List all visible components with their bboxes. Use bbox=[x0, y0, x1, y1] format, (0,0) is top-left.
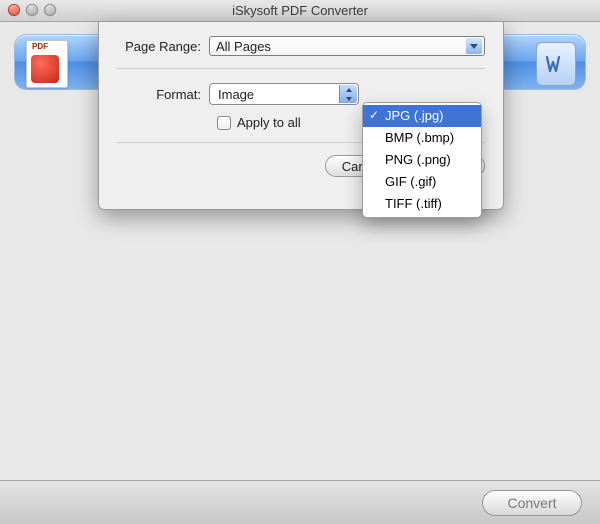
menu-item-bmp[interactable]: BMP (.bmp) bbox=[363, 127, 481, 149]
output-format-icon bbox=[536, 42, 576, 86]
divider bbox=[117, 68, 485, 69]
format-value: Image bbox=[218, 87, 254, 102]
format-label: Format: bbox=[99, 87, 209, 102]
menu-item-label: GIF (.gif) bbox=[385, 174, 436, 189]
zoom-icon[interactable] bbox=[44, 4, 56, 16]
format-dropdown[interactable]: Image bbox=[209, 83, 359, 105]
chevron-down-icon bbox=[466, 38, 482, 54]
titlebar: iSkysoft PDF Converter bbox=[0, 0, 600, 22]
window-title: iSkysoft PDF Converter bbox=[232, 3, 368, 18]
menu-item-gif[interactable]: GIF (.gif) bbox=[363, 171, 481, 193]
menu-item-png[interactable]: PNG (.png) bbox=[363, 149, 481, 171]
pdf-source-label: PDF bbox=[30, 42, 50, 51]
word-icon bbox=[544, 52, 568, 76]
menu-item-tiff[interactable]: TIFF (.tiff) bbox=[363, 193, 481, 215]
apply-to-all-checkbox[interactable] bbox=[217, 116, 231, 130]
page-range-dropdown[interactable]: All Pages bbox=[209, 36, 485, 56]
image-format-menu[interactable]: JPG (.jpg) BMP (.bmp) PNG (.png) GIF (.g… bbox=[362, 102, 482, 218]
page-range-label: Page Range: bbox=[99, 39, 209, 54]
menu-item-label: TIFF (.tiff) bbox=[385, 196, 442, 211]
convert-button[interactable]: Convert bbox=[482, 490, 582, 516]
format-stepper-icon bbox=[339, 85, 357, 103]
menu-item-label: PNG (.png) bbox=[385, 152, 451, 167]
menu-item-label: JPG (.jpg) bbox=[385, 108, 444, 123]
menu-item-jpg[interactable]: JPG (.jpg) bbox=[363, 105, 481, 127]
minimize-icon[interactable] bbox=[26, 4, 38, 16]
menu-item-label: BMP (.bmp) bbox=[385, 130, 454, 145]
convert-button-label: Convert bbox=[507, 495, 556, 511]
bottom-bar: Convert bbox=[0, 480, 600, 524]
window-controls bbox=[8, 4, 56, 16]
close-icon[interactable] bbox=[8, 4, 20, 16]
page-range-value: All Pages bbox=[216, 39, 271, 54]
apply-to-all-label: Apply to all bbox=[237, 115, 301, 130]
workspace: PDF Page Range: All Pages Format: Image bbox=[0, 22, 600, 480]
